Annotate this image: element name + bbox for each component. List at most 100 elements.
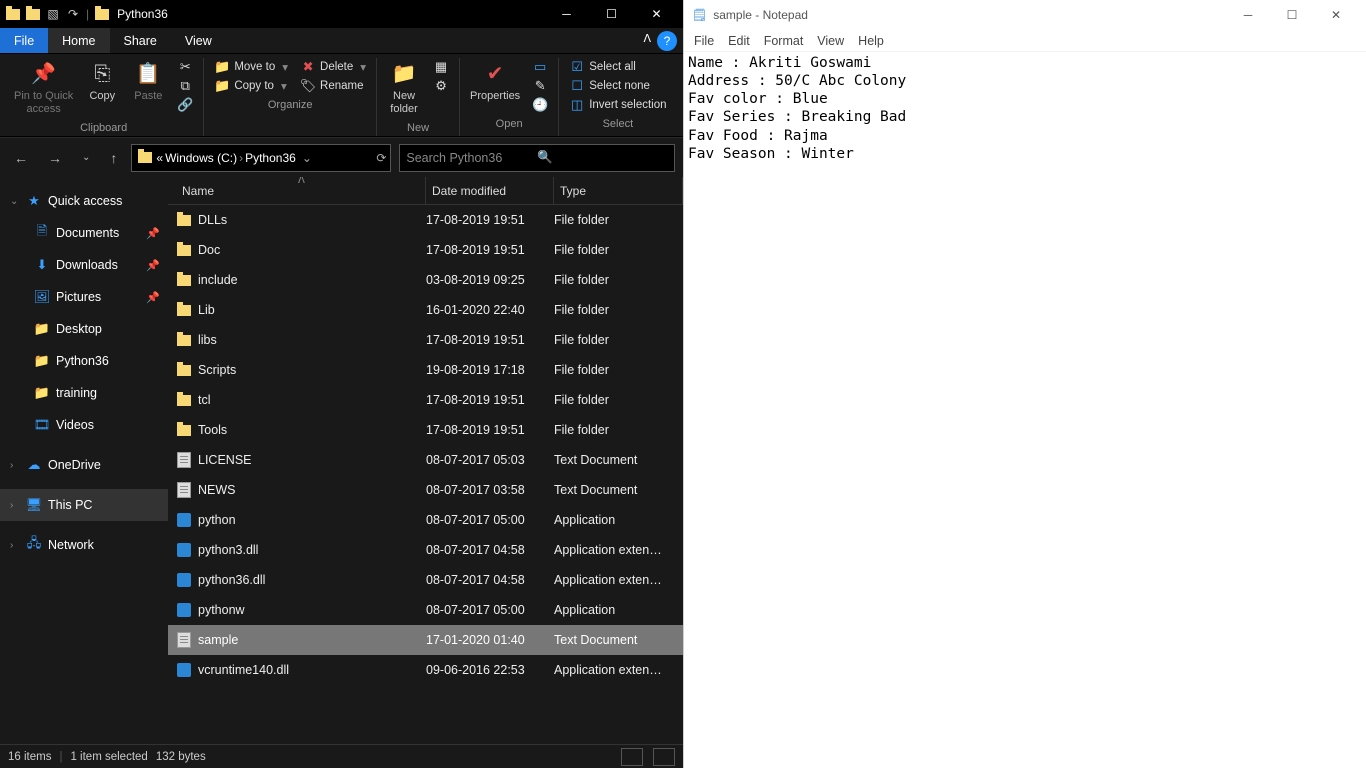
qat-folder-icon[interactable] xyxy=(24,5,42,23)
menu-help[interactable]: Help xyxy=(858,34,884,48)
address-bar[interactable]: « Windows (C:) › Python36 ⌄ ⟳ xyxy=(131,144,391,172)
col-date[interactable]: Date modified xyxy=(426,177,554,204)
paste-button[interactable]: 📋 Paste xyxy=(127,58,169,105)
file-row[interactable]: tcl17-08-2019 19:51File folder xyxy=(168,385,683,415)
file-row[interactable]: LICENSE08-07-2017 05:03Text Document xyxy=(168,445,683,475)
qat-undo-icon[interactable]: ↷ xyxy=(64,5,82,23)
chevron-right-icon[interactable]: › xyxy=(239,151,243,165)
paste-shortcut-button[interactable]: 🔗 xyxy=(173,96,197,114)
rename-button[interactable]: 🏷Rename xyxy=(296,77,370,95)
folder-icon xyxy=(136,149,154,167)
navigation-bar: ← → ⌄ ↑ « Windows (C:) › Python36 ⌄ ⟳ Se… xyxy=(0,137,683,177)
new-folder-button[interactable]: 📁 New folder xyxy=(383,58,425,118)
ribbon-collapse-icon[interactable]: ᐱ xyxy=(637,28,657,53)
tree-desktop[interactable]: 📁Desktop xyxy=(0,313,168,345)
pin-icon: 📌 xyxy=(146,227,160,240)
status-selected: 1 item selected xyxy=(70,751,147,763)
select-all-button[interactable]: ☑Select all xyxy=(565,58,670,76)
tree-pictures[interactable]: 🖼Pictures📌 xyxy=(0,281,168,313)
file-name: Lib xyxy=(198,303,215,317)
folder-icon: 📁 xyxy=(34,385,50,401)
addr-drive[interactable]: Windows (C:) xyxy=(165,151,237,165)
addr-root[interactable]: « xyxy=(156,151,163,165)
file-row[interactable]: libs17-08-2019 19:51File folder xyxy=(168,325,683,355)
search-icon[interactable]: 🔍 xyxy=(537,150,668,165)
file-row[interactable]: pythonw08-07-2017 05:00Application xyxy=(168,595,683,625)
maximize-button[interactable]: ☐ xyxy=(1270,0,1314,30)
select-none-button[interactable]: ☐Select none xyxy=(565,77,670,95)
menu-view[interactable]: View xyxy=(817,34,844,48)
view-details-button[interactable] xyxy=(621,748,643,766)
refresh-button[interactable]: ⟳ xyxy=(376,151,386,165)
file-row[interactable]: Tools17-08-2019 19:51File folder xyxy=(168,415,683,445)
properties-button[interactable]: ✔ Properties xyxy=(466,58,524,105)
copy-button[interactable]: ⎘ Copy xyxy=(81,58,123,105)
file-row[interactable]: Lib16-01-2020 22:40File folder xyxy=(168,295,683,325)
cut-button[interactable]: ✂ xyxy=(173,58,197,76)
view-thumbnails-button[interactable] xyxy=(653,748,675,766)
edit-button[interactable]: ✎ xyxy=(528,77,552,95)
tab-home[interactable]: Home xyxy=(48,28,109,53)
invert-icon: ◫ xyxy=(569,97,585,113)
group-label: New xyxy=(407,122,429,134)
file-row[interactable]: DLLs17-08-2019 19:51File folder xyxy=(168,205,683,235)
tree-python36[interactable]: 📁Python36 xyxy=(0,345,168,377)
invert-selection-button[interactable]: ◫Invert selection xyxy=(565,96,670,114)
qat-folder-icon[interactable] xyxy=(4,5,22,23)
up-button[interactable]: ↑ xyxy=(104,146,123,170)
tree-documents[interactable]: 🗎Documents📌 xyxy=(0,217,168,249)
copy-path-button[interactable]: ⧉ xyxy=(173,77,197,95)
menu-edit[interactable]: Edit xyxy=(728,34,750,48)
file-row[interactable]: sample17-01-2020 01:40Text Document xyxy=(168,625,683,655)
tab-file[interactable]: File xyxy=(0,28,48,53)
search-box[interactable]: Search Python36 🔍 xyxy=(399,144,675,172)
tree-videos[interactable]: 🎞Videos xyxy=(0,409,168,441)
menu-file[interactable]: File xyxy=(694,34,714,48)
back-button[interactable]: ← xyxy=(8,146,34,170)
tree-quick-access[interactable]: ⌄★Quick access xyxy=(0,185,168,217)
notepad-textarea[interactable]: Name : Akriti Goswami Address : 50/C Abc… xyxy=(684,52,1366,768)
copy-to-button[interactable]: 📁Copy to▾ xyxy=(210,77,292,95)
tab-share[interactable]: Share xyxy=(110,28,171,53)
tree-training[interactable]: 📁training xyxy=(0,377,168,409)
tree-onedrive[interactable]: ›☁OneDrive xyxy=(0,449,168,481)
notepad-titlebar[interactable]: 🗒 sample - Notepad ─ ☐ ✕ xyxy=(684,0,1366,30)
close-button[interactable]: ✕ xyxy=(1314,0,1358,30)
delete-button[interactable]: ✖Delete▾ xyxy=(296,58,370,76)
minimize-button[interactable]: ─ xyxy=(1226,0,1270,30)
maximize-button[interactable]: ☐ xyxy=(589,0,634,28)
network-icon: 🖧 xyxy=(26,537,42,553)
file-row[interactable]: python3.dll08-07-2017 04:58Application e… xyxy=(168,535,683,565)
tree-network[interactable]: ›🖧Network xyxy=(0,529,168,561)
file-row[interactable]: python08-07-2017 05:00Application xyxy=(168,505,683,535)
help-button[interactable]: ? xyxy=(657,31,677,51)
file-row[interactable]: NEWS08-07-2017 03:58Text Document xyxy=(168,475,683,505)
pin-quick-access-button[interactable]: 📌 Pin to Quick access xyxy=(10,58,77,118)
folder-icon xyxy=(176,272,192,288)
menu-format[interactable]: Format xyxy=(764,34,804,48)
file-row[interactable]: python36.dll08-07-2017 04:58Application … xyxy=(168,565,683,595)
tree-downloads[interactable]: ⬇Downloads📌 xyxy=(0,249,168,281)
file-row[interactable]: vcruntime140.dll09-06-2016 22:53Applicat… xyxy=(168,655,683,685)
tab-view[interactable]: View xyxy=(171,28,226,53)
notepad-menu: File Edit Format View Help xyxy=(684,30,1366,52)
minimize-button[interactable]: ─ xyxy=(544,0,589,28)
file-row[interactable]: Doc17-08-2019 19:51File folder xyxy=(168,235,683,265)
col-type[interactable]: Type xyxy=(554,177,683,204)
file-type: Application exten… xyxy=(554,573,683,587)
forward-button[interactable]: → xyxy=(42,146,68,170)
addr-folder[interactable]: Python36 xyxy=(245,151,296,165)
open-button[interactable]: ▭ xyxy=(528,58,552,76)
easy-access-button[interactable]: ⚙ xyxy=(429,77,453,95)
close-button[interactable]: ✕ xyxy=(634,0,679,28)
new-item-button[interactable]: ▦ xyxy=(429,58,453,76)
move-to-button[interactable]: 📁Move to▾ xyxy=(210,58,292,76)
qat-properties-icon[interactable]: ▧ xyxy=(44,5,62,23)
tree-this-pc[interactable]: ›🖥This PC xyxy=(0,489,168,521)
file-row[interactable]: include03-08-2019 09:25File folder xyxy=(168,265,683,295)
history-button[interactable]: 🕘 xyxy=(528,96,552,114)
titlebar[interactable]: ▧ ↷ | Python36 ─ ☐ ✕ xyxy=(0,0,683,28)
file-row[interactable]: Scripts19-08-2019 17:18File folder xyxy=(168,355,683,385)
addr-dropdown-icon[interactable]: ⌄ xyxy=(302,151,312,165)
recent-button[interactable]: ⌄ xyxy=(76,148,96,167)
